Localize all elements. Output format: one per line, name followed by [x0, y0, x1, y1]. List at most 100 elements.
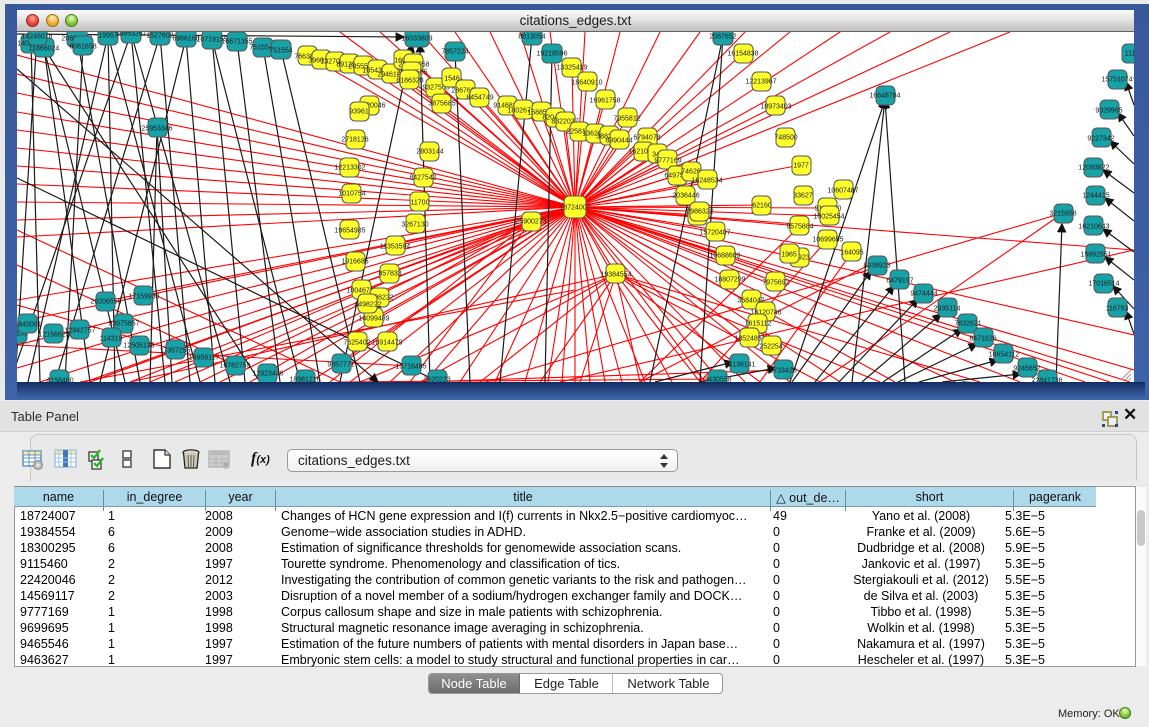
svg-text:11866024: 11866024	[29, 46, 60, 53]
svg-text:3267130: 3267130	[401, 222, 428, 229]
svg-text:16210643: 16210643	[1078, 224, 1109, 231]
svg-text:13325419: 13325419	[556, 65, 587, 72]
svg-text:3875685: 3875685	[428, 101, 455, 108]
svg-text:7975692: 7975692	[762, 280, 789, 287]
svg-text:114319: 114319	[100, 336, 123, 343]
svg-text:8186328: 8186328	[396, 78, 423, 85]
svg-text:8471626: 8471626	[969, 336, 996, 343]
svg-text:8938923: 8938923	[863, 263, 890, 270]
svg-text:18807299: 18807299	[714, 277, 745, 284]
svg-text:17357255: 17357255	[159, 348, 190, 355]
svg-text:19654985: 19654985	[334, 228, 365, 235]
svg-text:252254: 252254	[759, 344, 782, 351]
svg-text:3215958: 3215958	[1049, 211, 1076, 218]
svg-text:6061658: 6061658	[69, 44, 96, 51]
svg-text:6794078: 6794078	[633, 135, 660, 142]
svg-text:15751074: 15751074	[1101, 77, 1132, 84]
svg-text:12505135: 12505135	[123, 343, 154, 350]
svg-text:16671355: 16671355	[221, 39, 252, 46]
svg-text:18640910: 18640910	[571, 80, 602, 87]
svg-text:10853267: 10853267	[115, 32, 146, 38]
svg-text:16648784: 16648784	[869, 93, 900, 100]
svg-text:1916685: 1916685	[341, 259, 368, 266]
svg-text:25953346: 25953346	[141, 126, 172, 133]
svg-text:14248078: 14248078	[21, 34, 52, 41]
svg-text:116753: 116753	[1106, 306, 1129, 313]
svg-text:2718126: 2718126	[341, 137, 368, 144]
svg-text:17016514: 17016514	[1088, 281, 1119, 288]
svg-text:9777169: 9777169	[654, 158, 681, 165]
svg-text:12942757: 12942757	[64, 328, 95, 335]
svg-text:16961758: 16961758	[589, 98, 620, 105]
svg-text:12213302: 12213302	[334, 165, 365, 172]
svg-text:1733426: 1733426	[769, 368, 796, 375]
svg-text:8454749: 8454749	[466, 95, 493, 102]
svg-text:12923446: 12923446	[252, 371, 283, 378]
svg-text:10025454: 10025454	[813, 214, 844, 221]
svg-text:10699695: 10699695	[812, 237, 843, 244]
svg-text:1965: 1965	[781, 252, 797, 259]
svg-text:1977: 1977	[793, 163, 809, 170]
svg-text:19384554: 19384554	[600, 272, 631, 279]
svg-text:20206556: 20206556	[90, 299, 121, 306]
svg-text:1845061: 1845061	[17, 322, 42, 329]
svg-text:10607487: 10607487	[827, 188, 858, 195]
svg-text:7955812: 7955812	[613, 116, 640, 123]
svg-text:11700: 11700	[411, 200, 430, 207]
svg-text:9245652: 9245652	[1013, 366, 1040, 373]
svg-text:10654112: 10654112	[989, 352, 1020, 359]
svg-text:17159938: 17159938	[128, 294, 159, 301]
svg-text:16154838: 16154838	[727, 51, 758, 58]
svg-text:7632621: 7632621	[954, 321, 981, 328]
svg-text:14136141: 14136141	[724, 362, 755, 369]
svg-text:10973403: 10973403	[760, 104, 791, 111]
svg-text:12213967: 12213967	[745, 79, 776, 86]
svg-text:16782759: 16782759	[219, 363, 250, 370]
svg-text:8813054: 8813054	[518, 34, 545, 41]
svg-text:2087652: 2087652	[709, 34, 736, 41]
svg-text:9857771: 9857771	[327, 362, 354, 369]
svg-text:6479197: 6479197	[886, 278, 913, 285]
svg-text:16033809: 16033809	[401, 36, 432, 43]
svg-text:1615112: 1615112	[745, 321, 772, 328]
svg-text:15892951: 15892951	[1080, 252, 1111, 259]
svg-text:9329965: 9329965	[1095, 108, 1122, 115]
svg-text:7857224: 7857224	[441, 49, 468, 56]
svg-text:1527602: 1527602	[146, 33, 173, 40]
svg-text:7625402: 7625402	[343, 340, 370, 347]
svg-text:14099489: 14099489	[358, 316, 389, 323]
svg-text:8427542: 8427542	[409, 175, 436, 182]
svg-text:2986322: 2986322	[686, 209, 713, 216]
svg-text:8990444: 8990444	[605, 138, 632, 145]
svg-text:25900273: 25900273	[515, 219, 546, 226]
svg-text:19218596: 19218596	[536, 51, 567, 58]
svg-text:13716485: 13716485	[395, 364, 426, 371]
svg-text:164095: 164095	[840, 250, 863, 257]
svg-text:16248534: 16248534	[691, 178, 722, 185]
svg-text:2803144: 2803144	[416, 149, 443, 156]
svg-text:857833: 857833	[378, 271, 401, 278]
svg-text:2036446: 2036446	[672, 193, 699, 200]
svg-text:1112: 1112	[1125, 51, 1134, 58]
svg-text:16958117: 16958117	[189, 355, 220, 362]
svg-text:16914479: 16914479	[371, 340, 402, 347]
svg-text:9227342: 9227342	[1087, 136, 1114, 143]
svg-text:751554: 751554	[269, 48, 292, 55]
svg-text:748500: 748500	[774, 135, 797, 142]
svg-text:4498222: 4498222	[354, 302, 381, 309]
svg-text:10688609: 10688609	[709, 253, 740, 260]
svg-text:18724007: 18724007	[559, 205, 590, 212]
svg-text:62160: 62160	[752, 203, 772, 210]
svg-text:13524851: 13524851	[734, 336, 765, 343]
svg-text:33627: 33627	[793, 193, 813, 200]
svg-text:93975857: 93975857	[108, 321, 139, 328]
svg-text:9575884: 9575884	[786, 224, 813, 231]
svg-text:9474444: 9474444	[910, 291, 937, 298]
svg-text:1244415: 1244415	[1082, 193, 1109, 200]
svg-text:12093822: 12093822	[1078, 165, 1109, 172]
svg-text:93961: 93961	[349, 109, 369, 116]
svg-text:15720407: 15720407	[699, 230, 730, 237]
svg-text:11353594: 11353594	[380, 244, 411, 251]
svg-text:2935114: 2935114	[934, 306, 961, 313]
svg-text:1010754: 1010754	[338, 191, 365, 198]
